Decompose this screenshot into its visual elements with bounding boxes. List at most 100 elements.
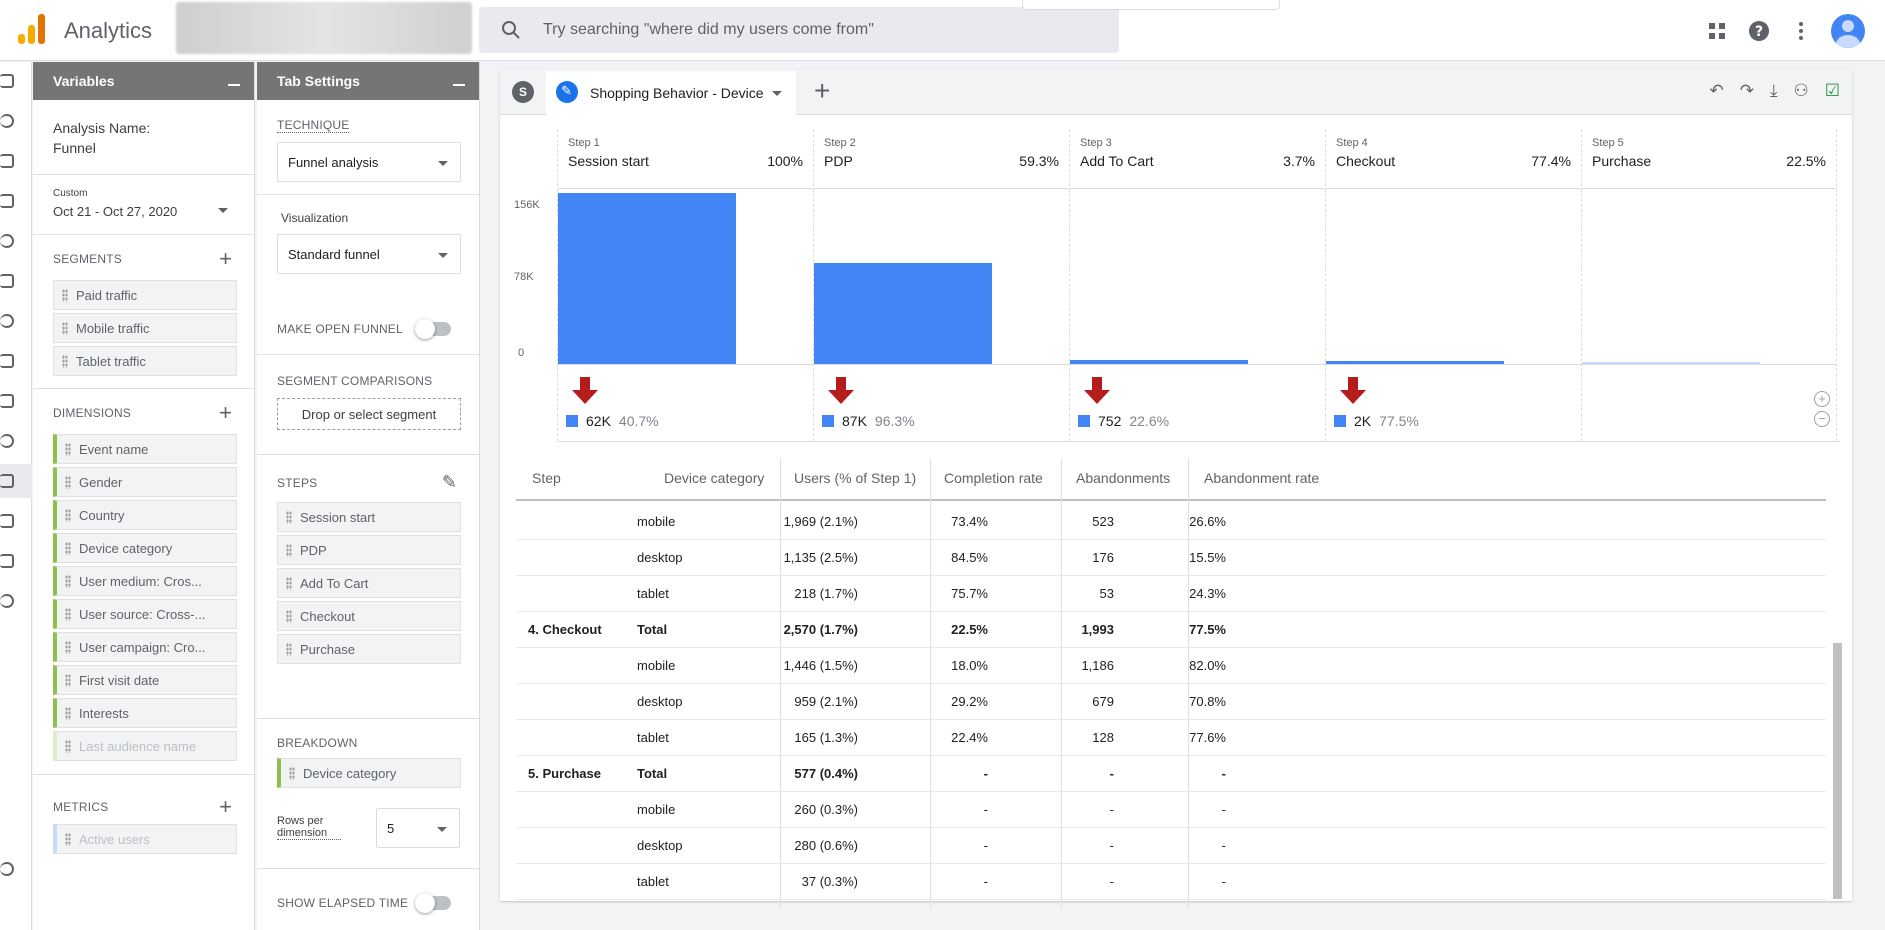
dimension-chip[interactable]: Event name <box>53 434 237 464</box>
drag-handle-icon[interactable] <box>65 575 71 588</box>
list-icon[interactable] <box>0 514 14 528</box>
table-row[interactable]: tablet 37 (0.3%) - - - <box>516 864 1826 900</box>
engagement-icon[interactable] <box>0 274 14 288</box>
configure-icon[interactable] <box>0 594 14 608</box>
table-row[interactable]: tablet 218 (1.7%) 75.7% 53 24.3% <box>516 576 1826 612</box>
dimension-chip[interactable]: User medium: Cros... <box>53 566 237 596</box>
elapsed-time-toggle[interactable] <box>415 893 451 913</box>
user-icon[interactable] <box>0 434 14 448</box>
dropoff-arrow-icon[interactable] <box>1340 377 1366 407</box>
add-dimension-icon[interactable]: + <box>219 402 232 424</box>
drag-handle-icon[interactable] <box>286 544 292 557</box>
drag-handle-icon[interactable] <box>286 643 292 656</box>
undo-icon[interactable]: ↶ <box>1709 81 1723 101</box>
dimension-chip[interactable]: Country <box>53 500 237 530</box>
header-abandonment-rate[interactable]: Abandonment rate <box>1204 470 1319 486</box>
settings-icon[interactable] <box>0 862 14 876</box>
dimension-chip[interactable]: Last audience name <box>53 731 237 761</box>
tab-shopping-behavior[interactable]: Shopping Behavior - Device <box>546 71 796 115</box>
step-header[interactable]: Step 1 Session start 100% <box>558 129 813 189</box>
tag-icon[interactable] <box>0 194 14 208</box>
minimize-icon[interactable] <box>453 84 465 86</box>
chevron-down-icon[interactable] <box>772 91 782 96</box>
zoom-in-icon[interactable]: + <box>1814 391 1830 407</box>
step-chip[interactable]: Checkout <box>277 601 461 631</box>
tech-icon[interactable] <box>0 354 14 368</box>
drag-handle-icon[interactable] <box>65 833 71 846</box>
lifecycle-icon[interactable] <box>0 154 14 168</box>
table-row[interactable]: desktop 280 (0.6%) - - - <box>516 828 1826 864</box>
apps-grid-icon[interactable] <box>1705 19 1729 43</box>
date-range[interactable]: Oct 21 - Oct 27, 2020 <box>53 204 177 219</box>
explore-icon[interactable] <box>0 554 14 568</box>
table-scrollbar[interactable] <box>1833 643 1842 899</box>
drag-handle-icon[interactable] <box>286 610 292 623</box>
table-row[interactable]: mobile 1,446 (1.5%) 18.0% 1,186 82.0% <box>516 648 1826 684</box>
analytics-logo-icon[interactable] <box>18 14 48 44</box>
step-chip[interactable]: Session start <box>277 502 461 532</box>
dimension-chip[interactable]: User source: Cross-... <box>53 599 237 629</box>
analysis-icon[interactable] <box>0 474 14 488</box>
download-icon[interactable]: ⤓ <box>1770 81 1778 101</box>
header-users[interactable]: Users (% of Step 1) <box>794 470 916 486</box>
drag-handle-icon[interactable] <box>62 289 68 302</box>
drag-handle-icon[interactable] <box>65 608 71 621</box>
funnel-bar[interactable] <box>558 193 736 364</box>
step-header[interactable]: Step 5 Purchase 22.5% <box>1582 129 1836 189</box>
dimension-chip[interactable]: First visit date <box>53 665 237 695</box>
funnel-bar[interactable] <box>814 263 992 364</box>
dropoff-arrow-icon[interactable] <box>1084 377 1110 407</box>
more-vert-icon[interactable] <box>1789 19 1813 43</box>
monetization-icon[interactable] <box>0 234 14 248</box>
step-chip[interactable]: Add To Cart <box>277 568 461 598</box>
drag-handle-icon[interactable] <box>65 476 71 489</box>
add-tab-button[interactable]: + <box>814 77 830 105</box>
table-row[interactable]: desktop 959 (2.1%) 29.2% 679 70.8% <box>516 684 1826 720</box>
rows-per-dimension-select[interactable]: 5 <box>376 808 460 848</box>
table-row[interactable]: 5. Purchase Total 577 (0.4%) - - - <box>516 756 1826 792</box>
segment-chip[interactable]: Paid traffic <box>53 280 237 310</box>
pencil-icon[interactable] <box>556 81 578 103</box>
segment-drop-zone[interactable]: Drop or select segment <box>277 398 461 430</box>
metric-chip[interactable]: Active users <box>53 824 237 854</box>
header-abandonments[interactable]: Abandonments <box>1076 470 1170 486</box>
segment-badge[interactable]: S <box>512 81 534 103</box>
minimize-icon[interactable] <box>228 84 240 86</box>
dimension-chip[interactable]: User campaign: Cro... <box>53 632 237 662</box>
home-icon[interactable] <box>0 74 14 88</box>
header-device-category[interactable]: Device category <box>664 470 764 486</box>
help-icon[interactable]: ? <box>1747 19 1771 43</box>
realtime-icon[interactable] <box>0 114 14 128</box>
dropoff-arrow-icon[interactable] <box>572 377 598 407</box>
segment-chip[interactable]: Mobile traffic <box>53 313 237 343</box>
table-row[interactable]: mobile 1,969 (2.1%) 73.4% 523 26.6% <box>516 504 1826 540</box>
drag-handle-icon[interactable] <box>62 355 68 368</box>
edit-steps-icon[interactable]: ✎ <box>442 472 457 493</box>
search-bar[interactable]: Try searching "where did my users come f… <box>479 7 1119 53</box>
add-metric-icon[interactable]: + <box>219 796 232 818</box>
technique-select[interactable]: Funnel analysis <box>277 142 461 182</box>
account-selector[interactable] <box>176 2 472 54</box>
drag-handle-icon[interactable] <box>65 509 71 522</box>
drag-handle-icon[interactable] <box>286 577 292 590</box>
zoom-out-icon[interactable]: − <box>1814 411 1830 427</box>
drag-handle-icon[interactable] <box>289 767 295 780</box>
dimension-chip[interactable]: Device category <box>53 533 237 563</box>
events-icon[interactable] <box>0 394 14 408</box>
redo-icon[interactable]: ↷ <box>1740 81 1754 101</box>
share-icon[interactable]: ⚇ <box>1794 81 1809 101</box>
drag-handle-icon[interactable] <box>65 443 71 456</box>
table-row[interactable]: mobile 260 (0.3%) - - - <box>516 792 1826 828</box>
dimension-chip[interactable]: Gender <box>53 467 237 497</box>
add-segment-icon[interactable]: + <box>219 248 232 270</box>
header-completion-rate[interactable]: Completion rate <box>944 470 1043 486</box>
step-header[interactable]: Step 4 Checkout 77.4% <box>1326 129 1581 189</box>
search-input[interactable]: Try searching "where did my users come f… <box>543 21 874 39</box>
step-header[interactable]: Step 2 PDP 59.3% <box>814 129 1069 189</box>
account-avatar[interactable] <box>1831 14 1865 48</box>
step-header[interactable]: Step 3 Add To Cart 3.7% <box>1070 129 1325 189</box>
step-chip[interactable]: PDP <box>277 535 461 565</box>
header-step[interactable]: Step <box>532 470 561 486</box>
analysis-name-value[interactable]: Funnel <box>53 140 96 156</box>
open-funnel-toggle[interactable] <box>415 319 451 339</box>
